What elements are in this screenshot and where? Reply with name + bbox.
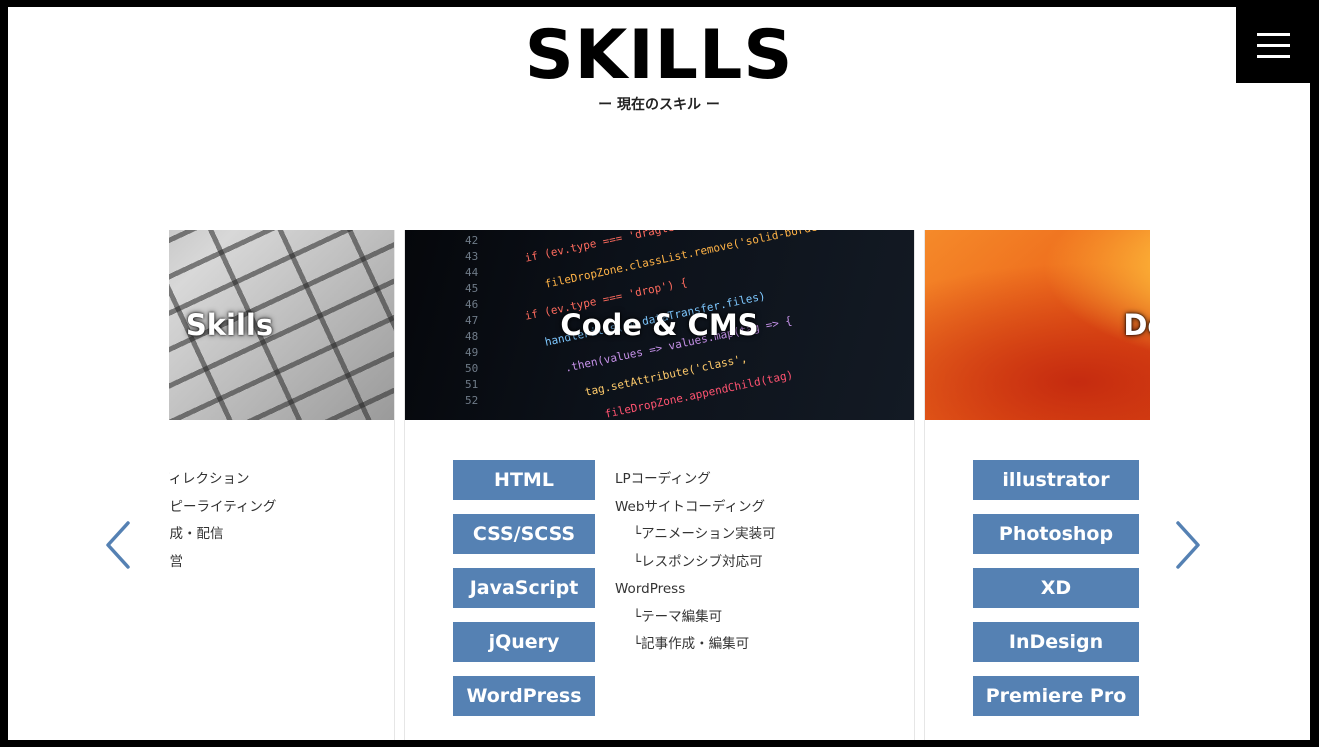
skill-button-jquery[interactable]: jQuery	[453, 622, 595, 662]
skill-button-css[interactable]: CSS/SCSS	[453, 514, 595, 554]
skill-card-left[interactable]: Skills ディレクション コピーライティング 作成・配信 運営	[169, 230, 395, 740]
chevron-right-icon	[1176, 521, 1200, 569]
section-header: SKILLS ー 現在のスキル ー	[8, 22, 1310, 114]
skill-description: ディレクション コピーライティング 作成・配信 運営	[169, 460, 276, 576]
description-line: └記事作成・編集可	[633, 636, 750, 652]
card-body: HTML CSS/SCSS JavaScript jQuery WordPres…	[405, 420, 914, 716]
description-line: ディレクション	[169, 471, 250, 487]
skill-button-javascript[interactable]: JavaScript	[453, 568, 595, 608]
description-line: 作成・配信	[169, 526, 224, 542]
page-title: SKILLS	[524, 16, 794, 95]
description-line: └テーマ編集可	[633, 608, 723, 625]
skills-carousel: Skills ディレクション コピーライティング 作成・配信 運営 42	[169, 230, 1150, 740]
skill-button-photoshop[interactable]: Photoshop	[973, 514, 1139, 554]
skill-button-illustrator[interactable]: illustrator	[973, 460, 1139, 500]
skill-button-premiere-pro[interactable]: Premiere Pro	[973, 676, 1139, 716]
carousel-prev-button[interactable]	[104, 519, 134, 571]
skill-description: LPコーディング Webサイトコーディング └アニメーション実装可 └レスポンシ…	[615, 460, 776, 716]
carousel-next-button[interactable]	[1172, 519, 1202, 571]
skill-button-list: HTML CSS/SCSS JavaScript jQuery WordPres…	[453, 460, 595, 716]
keyboard-photo: Skills	[169, 230, 394, 420]
page-frame: SKILLS ー 現在のスキル ー Skills ディレクション コピーライティ…	[8, 7, 1310, 740]
skill-button-list: illustrator Photoshop XD InDesign Premie…	[973, 460, 1139, 716]
skill-button-xd[interactable]: XD	[973, 568, 1139, 608]
card-body: ディレクション コピーライティング 作成・配信 運営	[169, 420, 394, 570]
skill-button-html[interactable]: HTML	[453, 460, 595, 500]
description-line: Webサイトコーディング	[615, 498, 765, 515]
description-line: LPコーディング	[615, 471, 711, 487]
skill-card-design[interactable]: Design illustrator Photoshop XD InDesign…	[924, 230, 1150, 740]
description-line: 運営	[169, 553, 183, 570]
card-title: Design	[1123, 308, 1150, 342]
card-title: Code & CMS	[560, 308, 759, 342]
skill-button-indesign[interactable]: InDesign	[973, 622, 1139, 662]
card-title: Skills	[185, 308, 274, 342]
description-line: コピーライティング	[169, 498, 277, 515]
skill-button-wordpress[interactable]: WordPress	[453, 676, 595, 716]
chevron-left-icon	[106, 521, 130, 569]
skill-card-code-cms[interactable]: 42 43 44 45 46 47 48 49 50 51 52 if (ev.…	[404, 230, 915, 740]
description-line: └レスポンシブ対応可	[633, 553, 763, 570]
page-subtitle: ー 現在のスキル ー	[598, 97, 720, 113]
card-body: illustrator Photoshop XD InDesign Premie…	[925, 420, 1150, 716]
description-line: └アニメーション実装可	[633, 526, 776, 542]
code-screen-photo: 42 43 44 45 46 47 48 49 50 51 52 if (ev.…	[405, 230, 914, 420]
description-line: WordPress	[615, 581, 686, 597]
abstract-orange-photo: Design	[925, 230, 1150, 420]
